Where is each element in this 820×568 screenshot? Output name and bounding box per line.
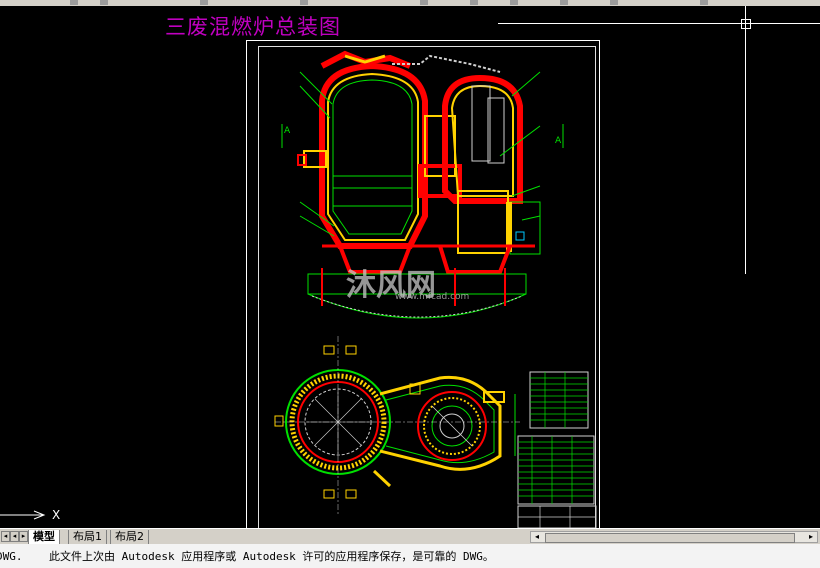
plan-view	[274, 336, 520, 516]
tab-nav-first-button[interactable]: ◂	[1, 531, 10, 542]
section-label-right: A	[555, 136, 562, 146]
toolbar-button[interactable]	[420, 0, 428, 5]
scroll-left-arrow-icon[interactable]: ◂	[531, 532, 543, 542]
toolbar-button[interactable]	[100, 0, 108, 5]
scroll-right-arrow-icon[interactable]: ▸	[805, 532, 817, 542]
toolbar-button[interactable]	[610, 0, 618, 5]
toolbar-button[interactable]	[510, 0, 518, 5]
command-history-line: DWG. 此文件上次由 Autodesk 应用程序或 Autodesk 许可的应…	[0, 550, 494, 563]
parts-tables	[517, 371, 597, 528]
toolbar-button[interactable]	[470, 0, 478, 5]
tab-layout-2[interactable]: 布局2	[110, 530, 149, 545]
scrollbar-thumb[interactable]	[545, 533, 795, 543]
horizontal-scrollbar[interactable]: ◂ ▸	[530, 531, 818, 543]
toolbar-button[interactable]	[200, 0, 208, 5]
tab-nav-next-button[interactable]: ▸	[19, 531, 28, 542]
command-line-window[interactable]: DWG. 此文件上次由 Autodesk 应用程序或 Autodesk 许可的应…	[0, 544, 820, 568]
ucs-axis-x-label: X	[52, 508, 60, 522]
tab-model[interactable]: 模型	[28, 530, 60, 545]
section-label-left: A	[284, 126, 291, 136]
tab-nav-prev-button[interactable]: ◂	[10, 531, 19, 542]
ucs-icon: X	[0, 508, 60, 522]
model-space-canvas[interactable]: 三废混燃炉总装图 A A 沐风网 www.mfcad.com X	[0, 6, 820, 528]
toolbar-button[interactable]	[560, 0, 568, 5]
watermark-url: www.mfcad.com	[395, 292, 470, 302]
toolbar-button[interactable]	[70, 0, 78, 5]
toolbar-button[interactable]	[700, 0, 708, 5]
toolbar-button[interactable]	[300, 0, 308, 5]
tab-layout-1[interactable]: 布局1	[68, 530, 107, 545]
layout-tab-bar: ◂ ◂ ▸ 模型 布局1 布局2 ◂ ▸	[0, 528, 820, 545]
